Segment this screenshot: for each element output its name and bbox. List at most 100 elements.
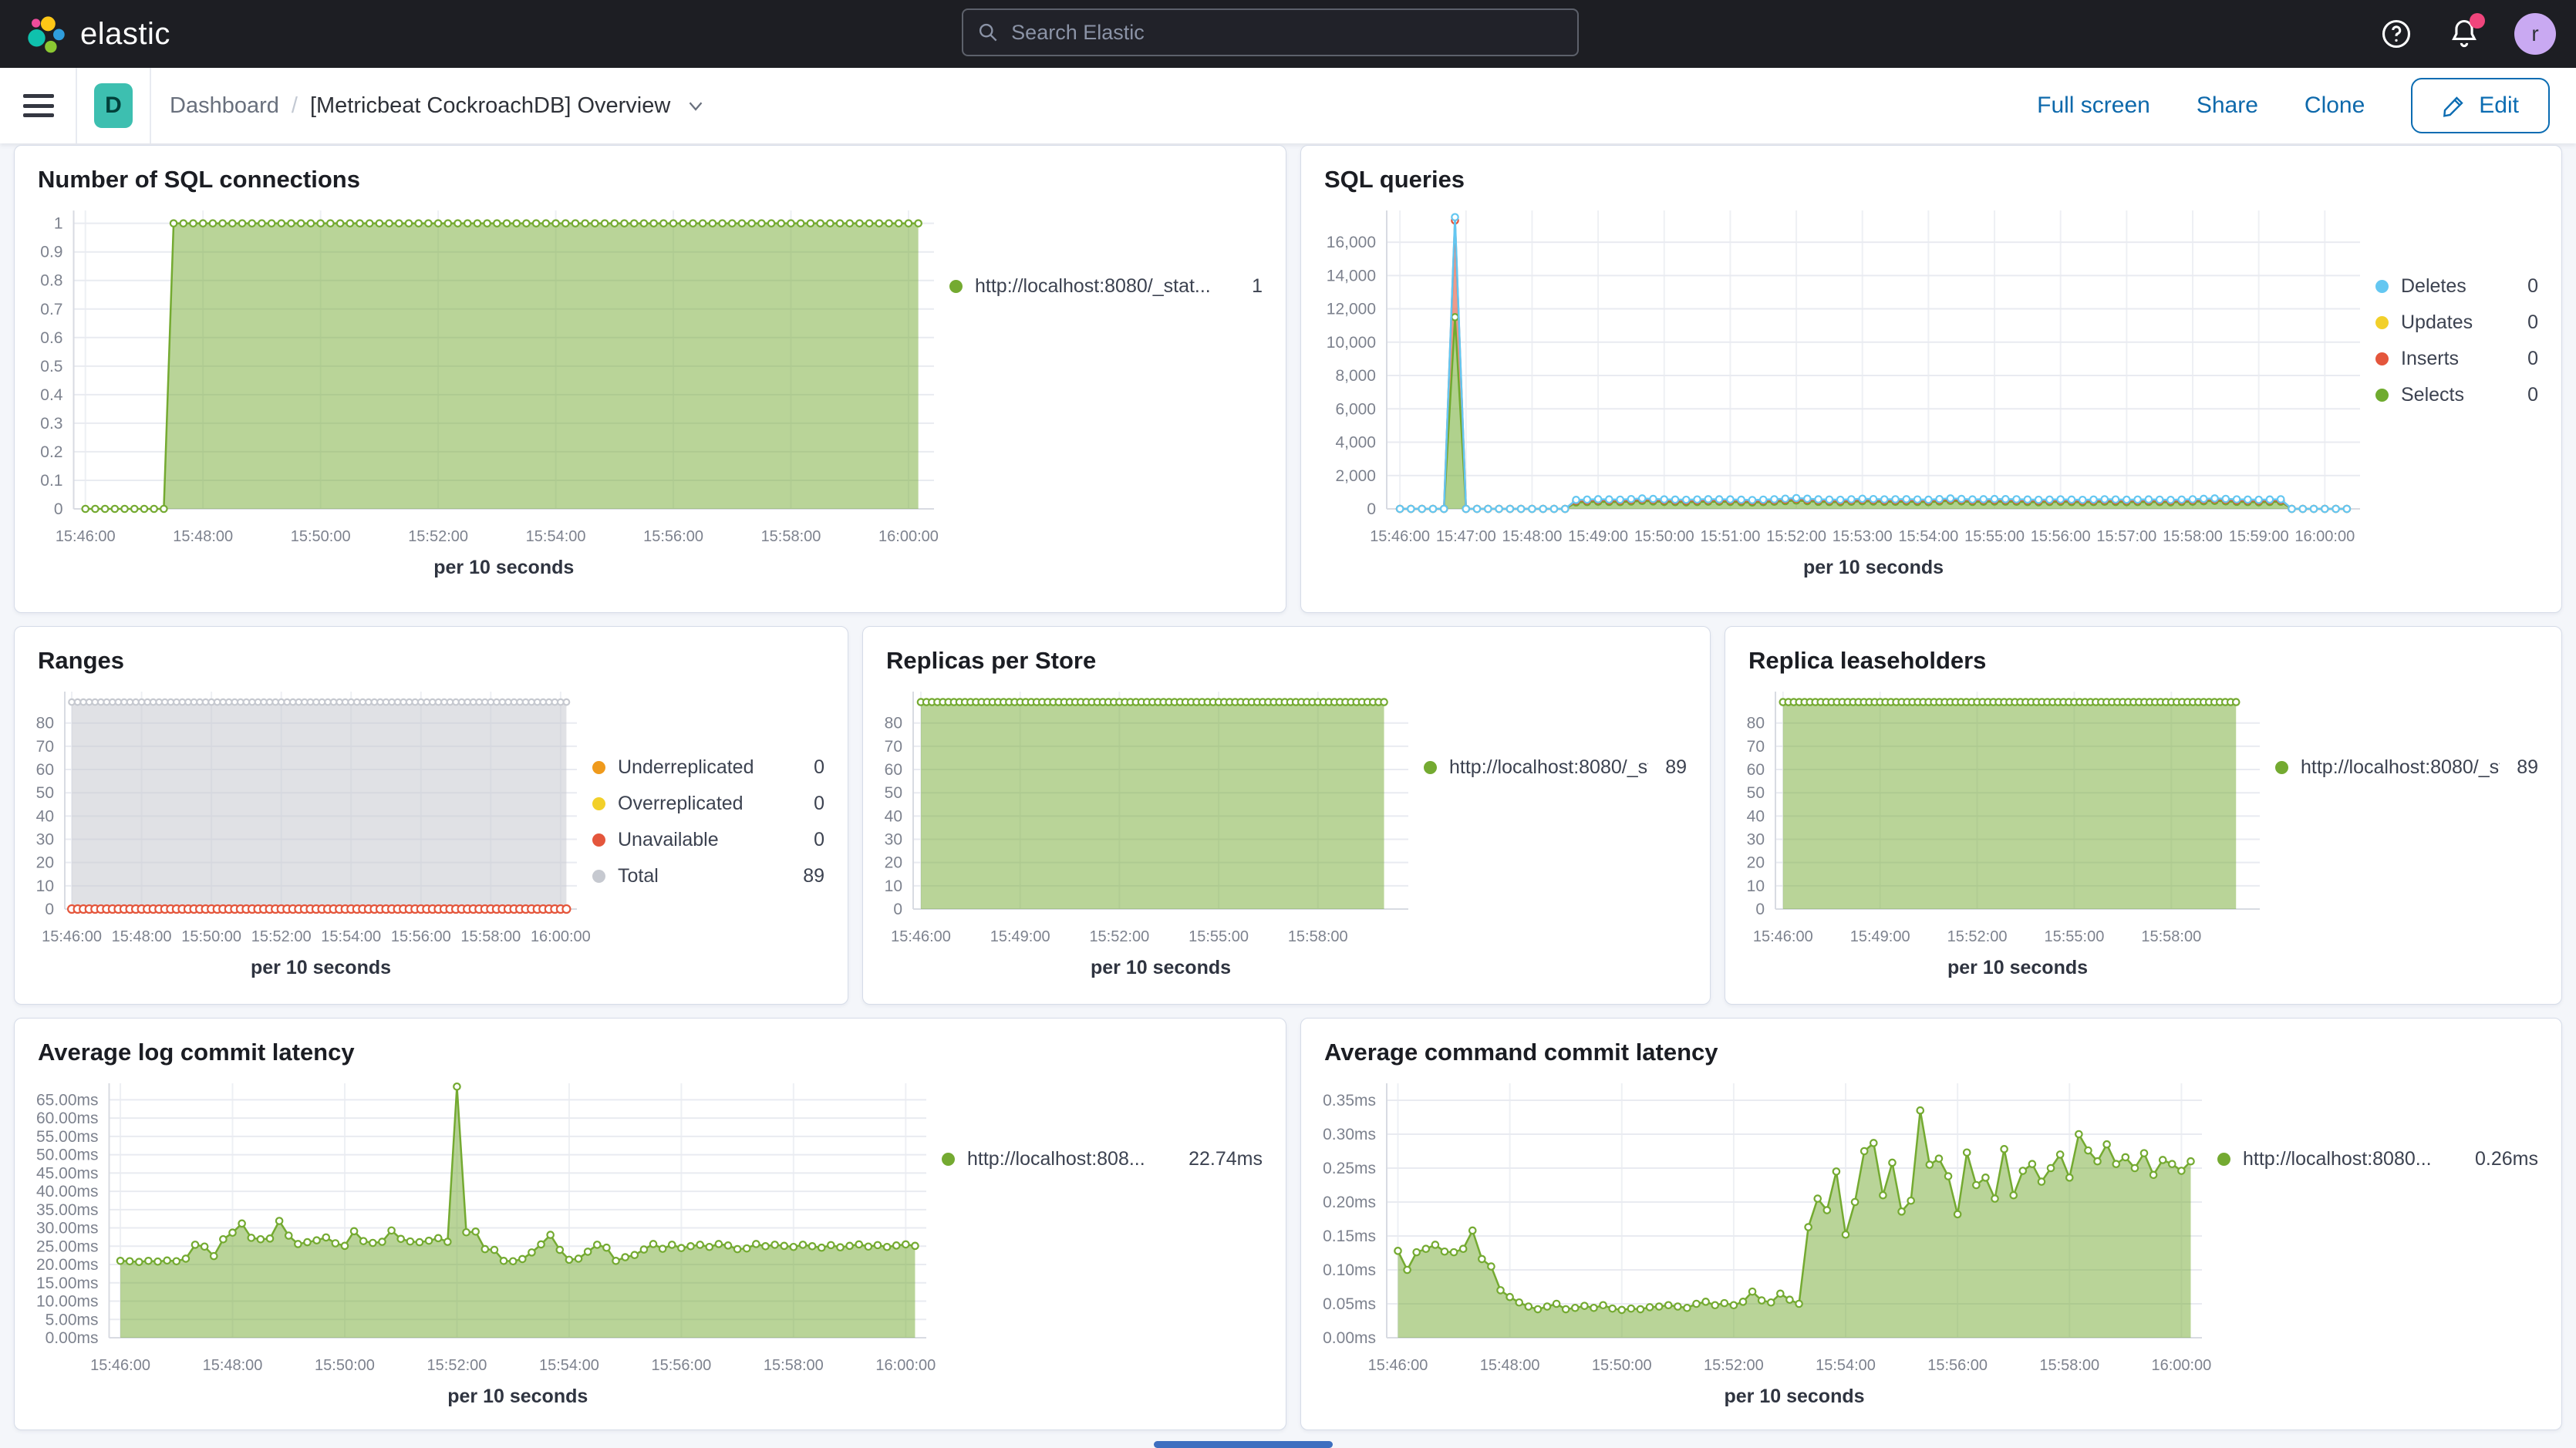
legend-item[interactable]: Unavailable0 [592,829,824,851]
legend-label: http://localhost:8080/_sta... [2301,756,2500,779]
legend-label: Deletes [2401,275,2510,298]
panel-title: SQL queries [1301,146,2561,197]
toolbar-divider-2 [150,68,151,143]
legend-label: Underreplicated [618,756,797,779]
svg-text:15:52:00: 15:52:00 [1766,528,1826,545]
legend-item[interactable]: Overreplicated0 [592,793,824,815]
legend-item[interactable]: http://localhost:8080...0.26ms [2217,1148,2538,1170]
svg-text:50: 50 [885,784,902,802]
legend-label: Selects [2401,384,2510,406]
chart-avg-command-commit-latency[interactable]: 15:46:0015:48:0015:50:0015:52:0015:54:00… [1306,1069,2217,1415]
legend-item[interactable]: http://localhost:8080/_stat...1 [949,275,1263,298]
svg-text:15:56:00: 15:56:00 [2031,528,2091,545]
user-avatar[interactable]: r [2514,13,2556,55]
svg-text:60: 60 [36,761,54,779]
legend-swatch-icon [949,280,963,293]
legend-item[interactable]: http://localhost:808...22.74ms [942,1148,1263,1170]
chevron-down-icon[interactable] [684,94,707,117]
edit-button-label: Edit [2479,93,2519,119]
legend-swatch-icon [2375,316,2389,329]
legend-ranges: Underreplicated0Overreplicated0Unavailab… [592,678,843,986]
panel-ranges: Ranges 15:46:0015:48:0015:50:0015:52:001… [14,626,848,1005]
legend-swatch-icon [592,833,605,847]
dashboard-badge[interactable]: D [94,83,133,128]
svg-text:40: 40 [1747,807,1765,825]
horizontal-scrollbar-thumb[interactable] [1154,1441,1333,1448]
svg-text:per 10 seconds: per 10 seconds [1091,957,1231,978]
chart-replicas-per-store[interactable]: 15:46:0015:49:0015:52:0015:55:0015:58:00… [868,678,1424,986]
legend-value: 0 [2527,311,2538,334]
legend-swatch-icon [2217,1153,2230,1166]
search-input[interactable] [1010,20,1563,45]
global-search[interactable] [962,8,1579,56]
clone-link[interactable]: Clone [2305,93,2365,119]
legend-item[interactable]: Selects 0 [2375,384,2538,406]
svg-text:15:58:00: 15:58:00 [2163,528,2223,545]
elastic-brand[interactable]: elastic [23,12,170,56]
dashboard-toolbar: D Dashboard / [Metricbeat CockroachDB] O… [0,68,2576,143]
svg-text:per 10 seconds: per 10 seconds [251,957,391,978]
chart-canvas-avg-command-commit-latency[interactable]: 15:46:0015:48:0015:50:0015:52:0015:54:00… [1306,1069,2217,1415]
legend-item[interactable]: Deletes0 [2375,275,2538,298]
full-screen-link[interactable]: Full screen [2037,93,2150,119]
svg-text:40.00ms: 40.00ms [36,1183,99,1200]
svg-text:15:55:00: 15:55:00 [2045,928,2105,945]
chart-canvas-sql-queries[interactable]: 15:46:0015:47:0015:48:0015:49:0015:50:00… [1306,197,2375,586]
svg-text:15:47:00: 15:47:00 [1436,528,1496,545]
legend-value: 0 [814,829,824,851]
chart-ranges[interactable]: 15:46:0015:48:0015:50:0015:52:0015:54:00… [19,678,592,986]
legend-item[interactable]: Total89 [592,865,824,887]
breadcrumb: Dashboard / [Metricbeat CockroachDB] Ove… [170,93,707,119]
legend-item[interactable]: Underreplicated0 [592,756,824,779]
svg-text:0.35ms: 0.35ms [1323,1092,1376,1110]
share-link[interactable]: Share [2197,93,2258,119]
legend-swatch-icon [592,797,605,810]
chart-canvas-ranges[interactable]: 15:46:0015:48:0015:50:0015:52:0015:54:00… [19,678,592,986]
svg-text:15:50:00: 15:50:00 [291,528,351,545]
svg-text:0.15ms: 0.15ms [1323,1227,1376,1245]
chart-canvas-sql-connections[interactable]: 15:46:0015:48:0015:50:0015:52:0015:54:00… [19,197,949,586]
alerts-bell-icon[interactable] [2446,16,2482,52]
svg-text:15:58:00: 15:58:00 [2039,1357,2099,1374]
legend-value: 89 [803,865,824,887]
breadcrumb-dashboard-link[interactable]: Dashboard [170,93,279,119]
toolbar-divider [76,68,77,143]
legend-item[interactable]: Inserts0 [2375,348,2538,370]
svg-text:6,000: 6,000 [1335,400,1376,418]
legend-label: Overreplicated [618,793,797,815]
chart-replica-leaseholders[interactable]: 15:46:0015:49:0015:52:0015:55:0015:58:00… [1730,678,2275,986]
svg-text:0.00ms: 0.00ms [46,1329,99,1347]
chart-canvas-replicas-per-store[interactable]: 15:46:0015:49:0015:52:0015:55:0015:58:00… [868,678,1424,986]
navbar-icons: r [2379,0,2556,68]
legend-replicas-per-store: http://localhost:8080/_sta...89 [1424,678,1705,986]
svg-text:15:50:00: 15:50:00 [181,928,241,945]
avatar-initial: r [2531,22,2538,46]
svg-text:15:56:00: 15:56:00 [651,1357,711,1374]
svg-text:0.8: 0.8 [40,272,62,290]
svg-text:15:54:00: 15:54:00 [1898,528,1958,545]
edit-button[interactable]: Edit [2411,78,2550,133]
elastic-logo-icon [23,12,66,56]
panel-sql-queries: SQL queries 15:46:0015:47:0015:48:0015:4… [1300,145,2562,613]
chart-avg-log-commit-latency[interactable]: 15:46:0015:48:0015:50:0015:52:0015:54:00… [19,1069,942,1415]
svg-text:80: 80 [885,715,902,732]
svg-text:15:52:00: 15:52:00 [1089,928,1149,945]
legend-item[interactable]: http://localhost:8080/_sta...89 [1424,756,1687,779]
legend-value: 0 [2527,384,2538,406]
menu-hamburger-icon[interactable] [23,94,54,117]
svg-text:0: 0 [1367,500,1376,518]
svg-text:14,000: 14,000 [1327,267,1376,285]
svg-text:15:58:00: 15:58:00 [2141,928,2201,945]
svg-text:15:46:00: 15:46:00 [1753,928,1813,945]
svg-text:0.5: 0.5 [40,358,62,375]
chart-sql-queries[interactable]: 15:46:0015:47:0015:48:0015:49:0015:50:00… [1306,197,2375,586]
svg-text:15:50:00: 15:50:00 [1634,528,1694,545]
legend-item[interactable]: http://localhost:8080/_sta...89 [2275,756,2538,779]
legend-label: http://localhost:8080... [2243,1148,2458,1170]
chart-canvas-avg-log-commit-latency[interactable]: 15:46:0015:48:0015:50:0015:52:0015:54:00… [19,1069,942,1415]
svg-text:15:48:00: 15:48:00 [112,928,172,945]
legend-item[interactable]: Updates0 [2375,311,2538,334]
help-icon[interactable] [2379,16,2414,52]
chart-canvas-replica-leaseholders[interactable]: 15:46:0015:49:0015:52:0015:55:0015:58:00… [1730,678,2275,986]
chart-sql-connections[interactable]: 15:46:0015:48:0015:50:0015:52:0015:54:00… [19,197,949,586]
